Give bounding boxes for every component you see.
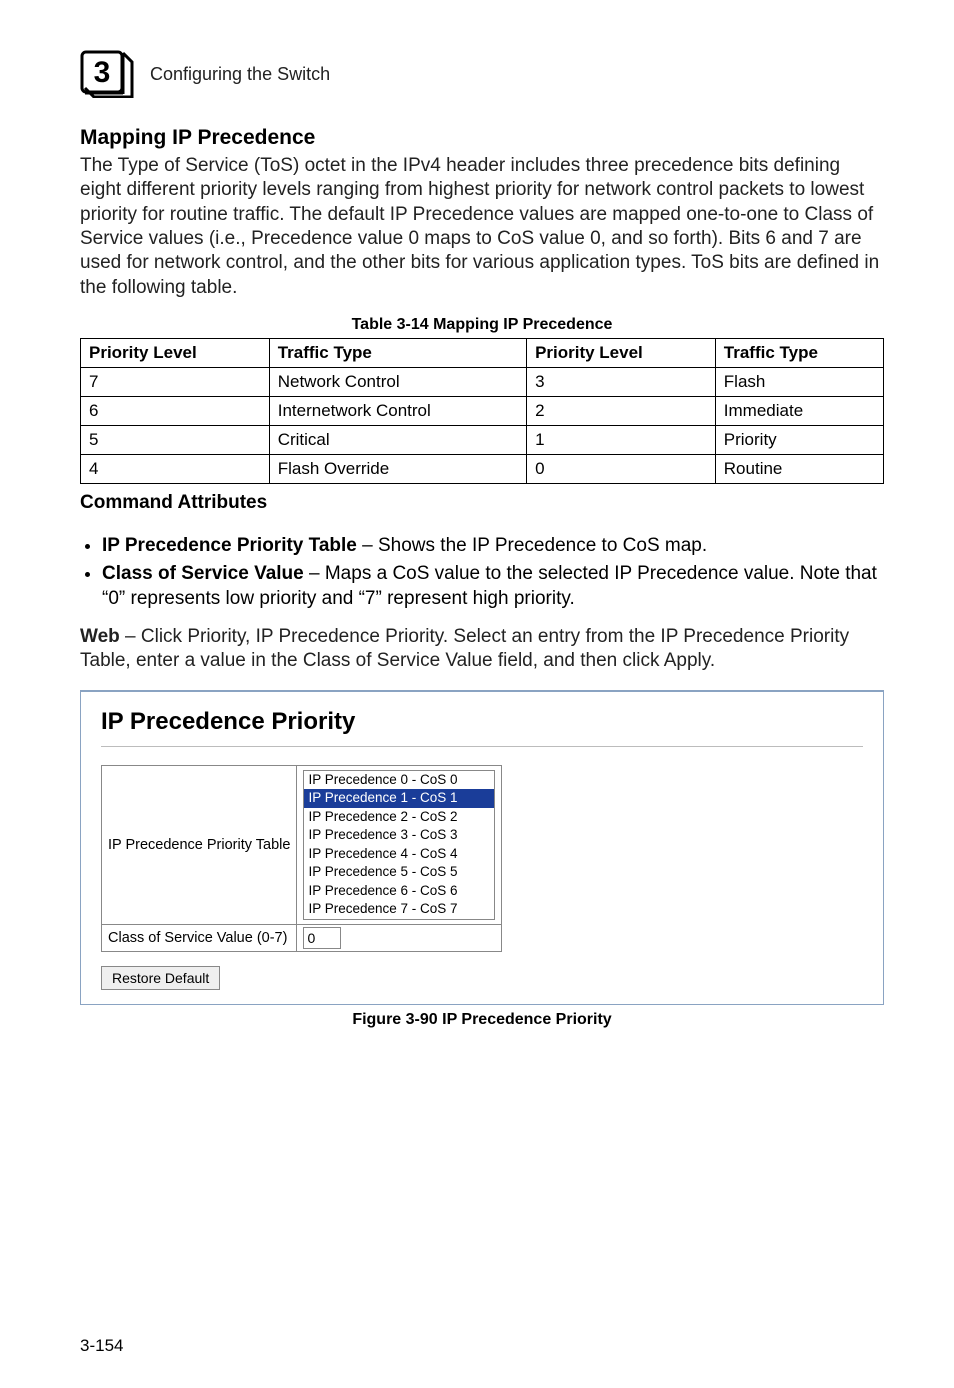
- table-row: 7 Network Control 3 Flash: [81, 367, 884, 396]
- cell: 3: [527, 367, 716, 396]
- chapter-number-icon: 3: [80, 50, 136, 98]
- cell: 7: [81, 367, 270, 396]
- listbox-item[interactable]: IP Precedence 6 - CoS 6: [304, 882, 494, 901]
- web-text: – Click Priority, IP Precedence Priority…: [80, 626, 849, 671]
- command-attributes-list: IP Precedence Priority Table – Shows the…: [80, 533, 884, 611]
- command-attributes-heading: Command Attributes: [80, 492, 884, 514]
- cell: Flash Override: [269, 454, 526, 483]
- chapter-title: Configuring the Switch: [150, 64, 330, 85]
- cell: 5: [81, 425, 270, 454]
- th-traffic-type-1: Traffic Type: [269, 338, 526, 367]
- listbox-item[interactable]: IP Precedence 2 - CoS 2: [304, 808, 494, 827]
- table-row: 4 Flash Override 0 Routine: [81, 454, 884, 483]
- attr-label: IP Precedence Priority Table: [102, 535, 357, 556]
- table-row: 5 Critical 1 Priority: [81, 425, 884, 454]
- listbox-item[interactable]: IP Precedence 0 - CoS 0: [304, 771, 494, 790]
- listbox-item[interactable]: IP Precedence 3 - CoS 3: [304, 826, 494, 845]
- form-row-label: Class of Service Value (0-7): [102, 924, 297, 951]
- cell: Priority: [715, 425, 883, 454]
- table-caption: Table 3-14 Mapping IP Precedence: [80, 316, 884, 334]
- figure-panel: IP Precedence Priority IP Precedence Pri…: [80, 690, 884, 1005]
- ip-precedence-listbox[interactable]: IP Precedence 0 - CoS 0 IP Precedence 1 …: [303, 770, 495, 920]
- cell: Flash: [715, 367, 883, 396]
- chapter-number-text: 3: [94, 56, 111, 89]
- web-instructions: Web – Click Priority, IP Precedence Prio…: [80, 625, 884, 674]
- listbox-item[interactable]: IP Precedence 5 - CoS 5: [304, 863, 494, 882]
- cell: Internetwork Control: [269, 396, 526, 425]
- cell: 0: [527, 454, 716, 483]
- attr-label: Class of Service Value: [102, 563, 304, 584]
- list-item: IP Precedence Priority Table – Shows the…: [102, 533, 884, 558]
- attr-desc: – Shows the IP Precedence to CoS map.: [357, 535, 707, 556]
- th-priority-level-2: Priority Level: [527, 338, 716, 367]
- page-header: 3 Configuring the Switch: [80, 50, 884, 98]
- cos-value-input[interactable]: [303, 927, 341, 949]
- section-intro: The Type of Service (ToS) octet in the I…: [80, 154, 884, 300]
- figure-caption: Figure 3-90 IP Precedence Priority: [80, 1011, 884, 1029]
- cell: Critical: [269, 425, 526, 454]
- mapping-table: Priority Level Traffic Type Priority Lev…: [80, 338, 884, 484]
- th-traffic-type-2: Traffic Type: [715, 338, 883, 367]
- section-title: Mapping IP Precedence: [80, 126, 884, 150]
- list-item: Class of Service Value – Maps a CoS valu…: [102, 561, 884, 611]
- figure-form-table: IP Precedence Priority Table IP Preceden…: [101, 765, 502, 952]
- listbox-item[interactable]: IP Precedence 4 - CoS 4: [304, 845, 494, 864]
- table-row: 6 Internetwork Control 2 Immediate: [81, 396, 884, 425]
- listbox-item[interactable]: IP Precedence 1 - CoS 1: [304, 789, 494, 808]
- divider: [101, 746, 863, 747]
- figure-panel-title: IP Precedence Priority: [101, 708, 863, 736]
- cell: 2: [527, 396, 716, 425]
- restore-default-button[interactable]: Restore Default: [101, 966, 220, 990]
- cell: 4: [81, 454, 270, 483]
- cell: 1: [527, 425, 716, 454]
- web-prefix: Web: [80, 626, 120, 647]
- listbox-item[interactable]: IP Precedence 7 - CoS 7: [304, 900, 494, 919]
- page-number: 3-154: [80, 1336, 123, 1356]
- cell: Network Control: [269, 367, 526, 396]
- cell: Routine: [715, 454, 883, 483]
- cell: 6: [81, 396, 270, 425]
- form-row-label: IP Precedence Priority Table: [102, 765, 297, 924]
- th-priority-level-1: Priority Level: [81, 338, 270, 367]
- cell: Immediate: [715, 396, 883, 425]
